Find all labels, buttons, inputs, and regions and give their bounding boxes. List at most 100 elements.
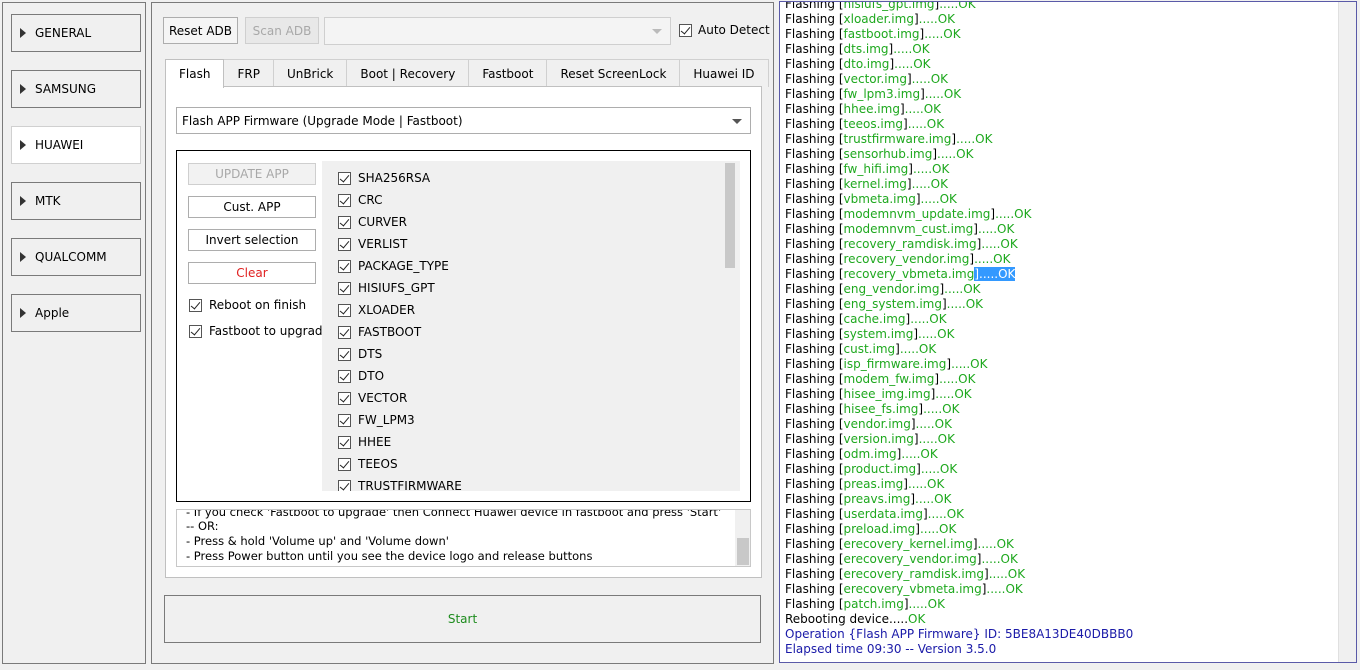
tab-fastboot[interactable]: Fastboot (468, 59, 548, 87)
category-mtk-button[interactable]: MTK (11, 182, 141, 220)
partition-checkbox[interactable] (338, 325, 351, 339)
log-file-name: eng_vendor.img (843, 282, 940, 296)
log-line: Flashing [fastboot.img].....OK (785, 27, 961, 41)
log-flashing-word: Flashing (785, 312, 836, 326)
tab-frp[interactable]: FRP (223, 59, 274, 87)
auto-detect-toggle[interactable]: Auto Detect (679, 23, 770, 37)
category-label: MTK (35, 194, 61, 208)
list-item[interactable]: VECTOR (338, 387, 407, 409)
partition-checkbox[interactable] (338, 369, 351, 383)
log-panel[interactable]: Flashing [hisiufs_gpt.img].....OK Flashin… (779, 1, 1357, 663)
partition-checkbox[interactable] (338, 391, 351, 405)
log-flashing-word: Flashing (785, 1, 836, 11)
list-item[interactable]: DTO (338, 365, 384, 387)
log-scrollbar[interactable] (1338, 2, 1356, 662)
list-item[interactable]: CURVER (338, 211, 407, 233)
list-item[interactable]: FASTBOOT (338, 321, 421, 343)
partition-checkbox[interactable] (338, 237, 351, 251)
category-samsung-button[interactable]: SAMSUNG (11, 70, 141, 108)
list-item[interactable]: FW_LPM3 (338, 409, 415, 431)
list-item[interactable]: VERLIST (338, 233, 407, 255)
log-flashing-word: Flashing (785, 462, 836, 476)
clear-button[interactable]: Clear (188, 262, 316, 284)
log-flashing-word: Flashing (785, 207, 836, 221)
list-item[interactable]: DTS (338, 343, 382, 365)
fastboot-to-upgrade-checkbox[interactable] (189, 324, 202, 338)
log-line: Flashing [recovery_vbmeta.img].....OK (785, 267, 1016, 281)
partition-list-scrollbar[interactable] (722, 161, 738, 491)
log-flashing-word: Flashing (785, 372, 836, 386)
partition-label: CURVER (358, 215, 407, 229)
partition-checkbox[interactable] (338, 281, 351, 295)
expand-arrow-icon (20, 308, 26, 318)
reboot-on-finish-checkbox[interactable] (189, 298, 202, 312)
list-item[interactable]: TEEOS (338, 453, 398, 475)
chevron-down-icon (652, 29, 662, 34)
partition-checkbox[interactable] (338, 171, 351, 185)
list-item[interactable]: XLOADER (338, 299, 415, 321)
log-ok-status: .....OK (986, 582, 1023, 596)
auto-detect-checkbox[interactable] (679, 23, 692, 37)
partition-checkbox[interactable] (338, 413, 351, 427)
list-item[interactable]: CRC (338, 189, 383, 211)
partition-checkbox[interactable] (338, 303, 351, 317)
log-file-name: teeos.img (843, 117, 904, 131)
log-line: Flashing [dts.img].....OK (785, 42, 930, 56)
partition-label: HISIUFS_GPT (358, 281, 435, 295)
partition-checkbox[interactable] (338, 215, 351, 229)
fastboot-to-upgrade-toggle[interactable]: Fastboot to upgrade (189, 324, 330, 338)
log-ok-status: .....OK (893, 42, 930, 56)
tab-boot-recovery[interactable]: Boot | Recovery (346, 59, 470, 87)
scrollbar-thumb[interactable] (737, 538, 749, 565)
category-general-button[interactable]: GENERAL (11, 14, 141, 52)
log-flashing-word: Flashing (785, 387, 836, 401)
cust-app-button[interactable]: Cust. APP (188, 196, 316, 218)
log-ok-status: .....OK (951, 357, 988, 371)
partition-checkbox[interactable] (338, 457, 351, 471)
log-line: Flashing [product.img].....OK (785, 462, 958, 476)
category-huawei-button[interactable]: HUAWEI (11, 126, 141, 164)
reset-adb-button[interactable]: Reset ADB (163, 17, 238, 44)
start-button[interactable]: Start (164, 595, 761, 643)
partition-checkbox[interactable] (338, 435, 351, 449)
tab-huawei-id[interactable]: Huawei ID (679, 59, 769, 87)
partition-checkbox[interactable] (338, 259, 351, 273)
partition-checkbox[interactable] (338, 479, 351, 491)
log-flashing-word: Flashing (785, 282, 836, 296)
category-qualcomm-button[interactable]: QUALCOMM (11, 238, 141, 276)
chevron-down-icon (732, 118, 742, 124)
log-ok-status: OK (908, 612, 926, 626)
category-apple-button[interactable]: Apple (11, 294, 141, 332)
log-ok-status: .....OK (979, 267, 1016, 281)
category-panel: GENERAL SAMSUNG HUAWEI MTK QUALCOMM Appl… (2, 2, 146, 664)
tab-flash[interactable]: Flash (165, 59, 225, 88)
log-file-name: vbmeta.img (843, 192, 916, 206)
list-item[interactable]: TRUSTFIRMWARE (338, 475, 462, 491)
log-ok-status: .....OK (974, 252, 1011, 266)
scan-adb-button[interactable]: Scan ADB (245, 17, 319, 44)
log-line-rebooting: Rebooting device.....OK (785, 612, 1335, 627)
scrollbar-thumb[interactable] (1342, 2, 1354, 662)
log-flashing-word: Flashing (785, 12, 836, 26)
list-item[interactable]: PACKAGE_TYPE (338, 255, 449, 277)
list-item[interactable]: SHA256RSA (338, 167, 430, 189)
tab-unbrick[interactable]: UnBrick (272, 59, 348, 87)
log-file-name: hisiufs_gpt.img (843, 1, 935, 11)
instructions-scrollbar[interactable] (735, 510, 750, 566)
tab-reset-screenlock[interactable]: Reset ScreenLock (546, 59, 681, 87)
log-file-name: erecovery_kernel.img (843, 537, 973, 551)
list-item[interactable]: HISIUFS_GPT (338, 277, 435, 299)
device-select[interactable] (324, 17, 671, 45)
log-ok-status: .....OK (915, 417, 952, 431)
scrollbar-thumb[interactable] (725, 163, 735, 268)
log-ok-status: .....OK (919, 522, 957, 536)
partition-list[interactable]: SHA256RSA CRC CURVER VERLIST PACKAGE_TYP… (322, 161, 740, 491)
update-app-button[interactable]: UPDATE APP (188, 163, 316, 185)
partition-checkbox[interactable] (338, 193, 351, 207)
list-item[interactable]: HHEE (338, 431, 391, 453)
invert-selection-button[interactable]: Invert selection (188, 229, 316, 251)
partition-checkbox[interactable] (338, 347, 351, 361)
flash-mode-select[interactable]: Flash APP Firmware (Upgrade Mode | Fastb… (176, 107, 751, 134)
reboot-on-finish-toggle[interactable]: Reboot on finish (189, 298, 306, 312)
log-ok-status: .....OK (910, 312, 947, 326)
